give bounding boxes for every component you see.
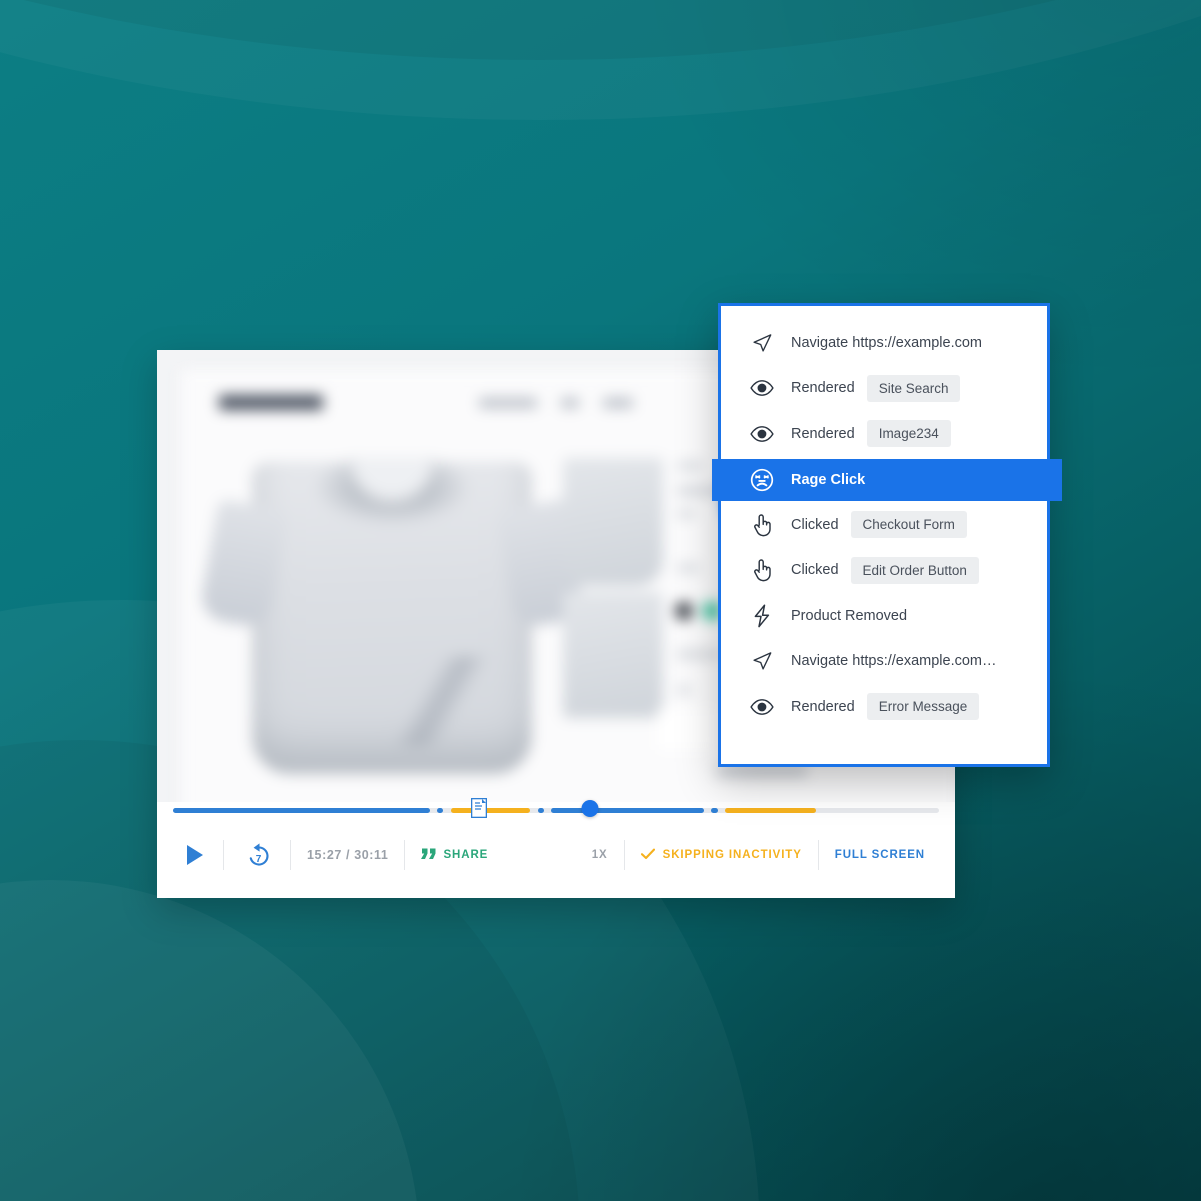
event-label: Rendered: [791, 425, 855, 442]
timeline-segment-inactivity[interactable]: [725, 808, 817, 813]
event-label: Rendered: [791, 698, 855, 715]
event-row[interactable]: Navigate https://example.com…: [721, 639, 1047, 685]
playback-speed-button[interactable]: 1X: [592, 849, 608, 861]
page-nav-item-2: [561, 398, 579, 408]
event-list-panel: Navigate https://example.com Rendered Site…: [712, 303, 1062, 767]
event-row[interactable]: Rendered Error Message: [721, 684, 1047, 730]
event-row[interactable]: Rendered Image234: [721, 411, 1047, 457]
full-screen-button[interactable]: FULL SCREEN: [835, 849, 925, 861]
navigate-arrow-icon: [749, 330, 775, 356]
page-white-card: [657, 708, 717, 750]
control-divider-5: [817, 840, 819, 870]
document-marker-icon[interactable]: [471, 798, 488, 818]
event-target-tag[interactable]: Image234: [866, 420, 951, 448]
pointing-hand-icon: [749, 557, 775, 583]
timeline-segment-activity[interactable]: [173, 808, 430, 813]
event-target-tag[interactable]: Checkout Form: [850, 511, 967, 539]
event-row[interactable]: Clicked Checkout Form: [721, 502, 1047, 548]
navigate-arrow-icon: [749, 648, 775, 674]
event-label: Clicked: [791, 516, 839, 533]
event-target-tag[interactable]: Site Search: [866, 374, 961, 402]
timeline-scrubber[interactable]: [173, 798, 939, 818]
eye-icon: [749, 694, 775, 720]
color-swatch-dark: [675, 602, 693, 620]
share-button[interactable]: SHARE: [421, 848, 488, 863]
event-label: Navigate https://example.com: [791, 334, 983, 351]
page-text-line-1: [677, 462, 703, 470]
eye-icon: [749, 421, 775, 447]
page-text-line-6: [677, 686, 691, 694]
event-row[interactable]: Clicked Edit Order Button: [721, 548, 1047, 594]
event-list: Navigate https://example.com Rendered Site…: [712, 306, 1062, 764]
play-button[interactable]: [183, 842, 207, 868]
event-row[interactable]: Rendered Site Search: [721, 366, 1047, 412]
event-label: Product Removed: [791, 607, 908, 624]
check-icon: [640, 848, 655, 863]
skipping-inactivity-toggle[interactable]: SKIPPING INACTIVITY: [640, 848, 802, 863]
event-target-tag[interactable]: Edit Order Button: [850, 556, 979, 584]
share-label: SHARE: [443, 849, 489, 861]
product-thumbnail-1: [563, 458, 663, 586]
quote-icon: [421, 848, 436, 863]
control-divider-2: [290, 840, 291, 870]
tshirt-collar: [349, 458, 435, 506]
product-thumbnail-2: [563, 592, 663, 718]
page-text-line-3: [677, 510, 695, 518]
rewind-seconds-label: 7: [256, 854, 262, 865]
page-text-line-5: [677, 650, 721, 659]
rewind-7-seconds-button[interactable]: 7: [244, 840, 274, 870]
control-divider-1: [223, 840, 224, 870]
page-footer-text: [717, 766, 807, 776]
event-label: Navigate https://example.com…: [791, 653, 997, 670]
timeline-segment-activity[interactable]: [711, 808, 718, 813]
product-image-tshirt: [252, 458, 532, 774]
time-display: 15:27 / 30:11: [307, 848, 389, 862]
lightning-bolt-icon: [749, 603, 775, 629]
timeline-segment-activity[interactable]: [537, 808, 544, 813]
page-logo-placeholder: [219, 395, 323, 410]
event-row[interactable]: Product Removed: [721, 593, 1047, 639]
timeline-playhead[interactable]: [581, 800, 599, 817]
page-nav-item-3: [603, 398, 633, 408]
eye-icon: [749, 375, 775, 401]
page-text-line-4: [677, 564, 699, 572]
control-divider-4: [623, 840, 625, 870]
page-root: 7 15:27 / 30:11 SHARE 1X SKIPPING INACTI…: [0, 0, 1201, 1201]
rage-face-icon: [749, 467, 775, 493]
player-controls: 7 15:27 / 30:11 SHARE 1X SKIPPING INACTI…: [157, 798, 955, 898]
event-row-selected[interactable]: Rage Click: [712, 458, 1062, 501]
page-nav-item-1: [479, 398, 537, 408]
event-target-tag[interactable]: Error Message: [866, 693, 980, 721]
event-row[interactable]: Navigate https://example.com: [721, 320, 1047, 366]
control-divider-3: [404, 840, 406, 870]
timeline-segment-inactivity[interactable]: [451, 808, 530, 813]
pointing-hand-icon: [749, 512, 775, 538]
event-label: Rendered: [791, 380, 855, 397]
tshirt-fold: [362, 656, 512, 746]
timeline-segment-activity[interactable]: [551, 808, 704, 813]
event-label: Clicked: [791, 562, 839, 579]
skipping-inactivity-label: SKIPPING INACTIVITY: [662, 849, 802, 861]
event-label: Rage Click: [791, 471, 866, 488]
control-row: 7 15:27 / 30:11 SHARE 1X SKIPPING INACTI…: [157, 824, 955, 886]
